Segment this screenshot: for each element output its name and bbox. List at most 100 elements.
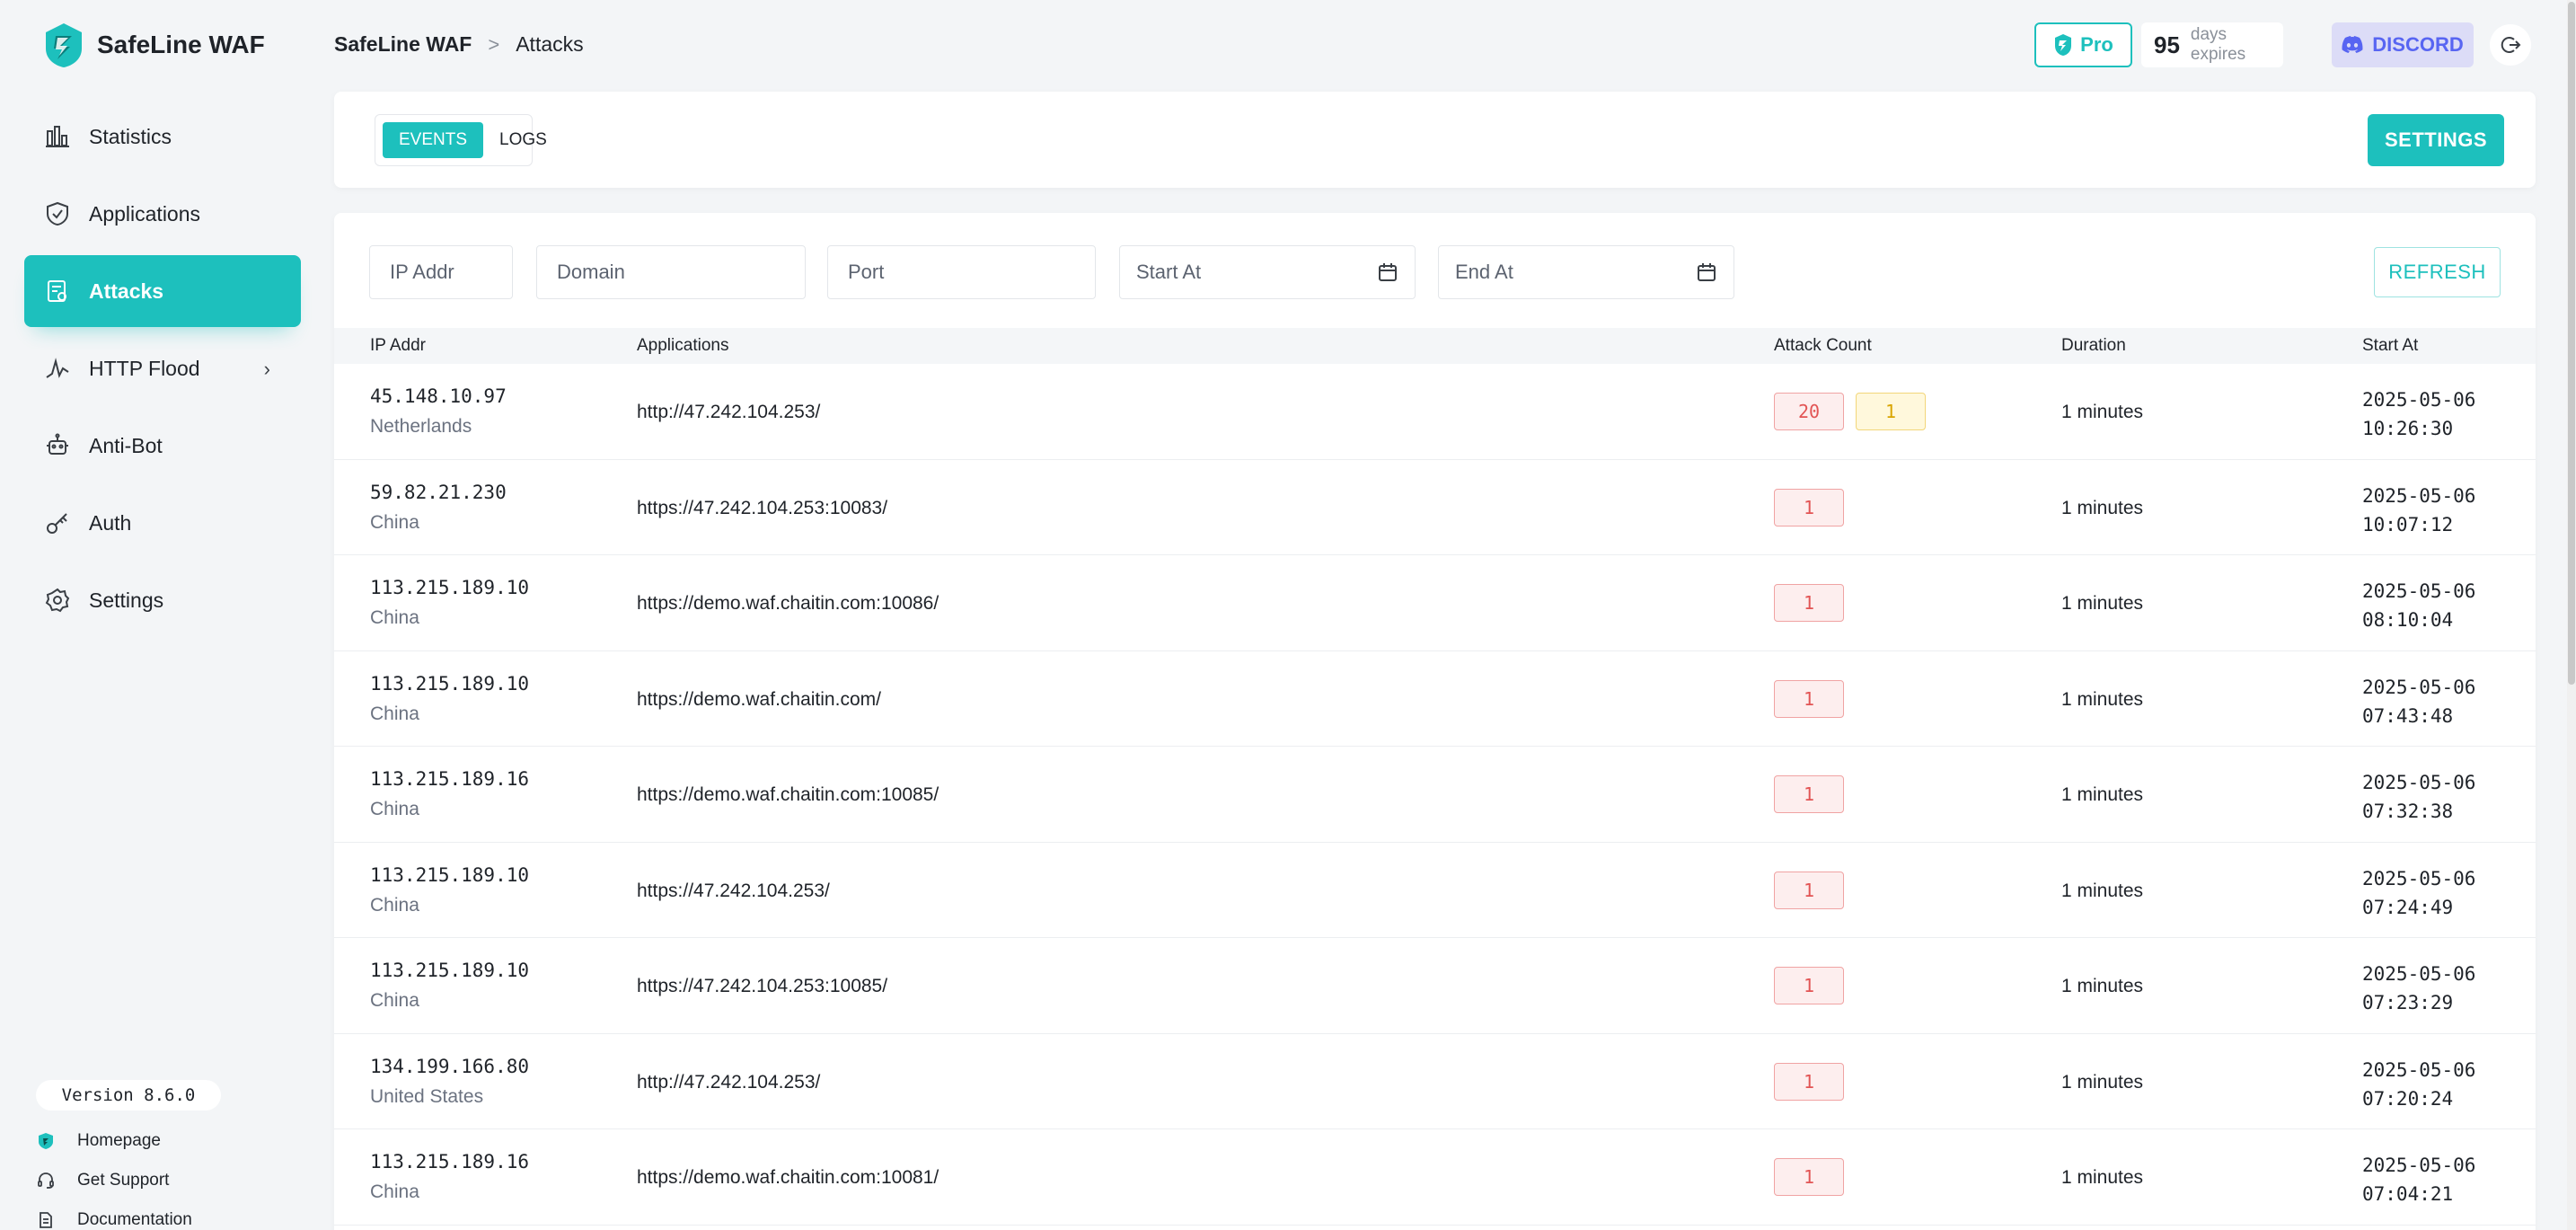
attack-count-badge[interactable]: 1 — [1774, 1062, 1844, 1101]
column-duration: Duration — [2061, 336, 2126, 355]
calendar-icon[interactable] — [1377, 261, 1398, 283]
start-time: 07:43:48 — [2362, 704, 2454, 727]
application-url[interactable]: https://demo.waf.chaitin.com:10086/ — [637, 593, 939, 615]
table-row[interactable]: 113.215.189.10 China https://47.242.104.25… — [334, 843, 2536, 938]
application-url[interactable]: http://47.242.104.253/ — [637, 402, 820, 423]
column-ip: IP Addr — [370, 336, 426, 355]
table-row[interactable]: 59.82.21.230 China https://47.242.104.253:… — [334, 460, 2536, 555]
start-at: 2025-05-06 07:32:38 — [2362, 768, 2497, 826]
app-logo[interactable]: SafeLine WAF — [43, 22, 265, 68]
ip-address[interactable]: 113.215.189.16 — [370, 768, 529, 790]
get-support-label: Get Support — [77, 1171, 170, 1190]
application-url[interactable]: https://47.242.104.253/ — [637, 880, 830, 902]
pro-logo-icon — [2055, 34, 2072, 56]
sidebar-item-anti-bot[interactable]: Anti-Bot — [24, 410, 301, 482]
calendar-icon[interactable] — [1696, 261, 1717, 283]
attacks-table-card: REFRESH IP Addr Applications Attack Coun… — [334, 213, 2536, 1230]
homepage-link[interactable]: Homepage — [36, 1121, 192, 1161]
start-at: 2025-05-06 10:26:30 — [2362, 385, 2497, 443]
start-time: 07:04:21 — [2362, 1183, 2454, 1205]
domain-filter[interactable] — [536, 245, 806, 299]
attack-count-badge[interactable]: 1 — [1774, 584, 1844, 622]
attack-counts: 1 — [1774, 967, 1856, 1004]
attack-count-badge[interactable]: 1 — [1774, 488, 1844, 527]
ip-address[interactable]: 113.215.189.10 — [370, 864, 529, 886]
documentation-link[interactable]: Documentation — [36, 1200, 192, 1230]
attack-counts: 1 — [1774, 488, 1856, 527]
application-url[interactable]: https://demo.waf.chaitin.com:10085/ — [637, 784, 939, 806]
breadcrumb-separator: > — [488, 32, 500, 56]
ip-address[interactable]: 59.82.21.230 — [370, 482, 507, 503]
table-row[interactable]: 113.215.189.10 China https://47.242.104.25… — [334, 938, 2536, 1034]
ip-address[interactable]: 113.215.189.10 — [370, 673, 529, 695]
port-filter-input[interactable] — [848, 261, 1095, 284]
tab-logs[interactable]: LOGS — [483, 122, 563, 158]
ip-filter[interactable] — [369, 245, 513, 299]
sidebar-item-applications[interactable]: Applications — [24, 178, 301, 250]
breadcrumb-root[interactable]: SafeLine WAF — [334, 32, 472, 57]
document-icon — [36, 1210, 56, 1230]
discord-button[interactable]: DISCORD — [2332, 22, 2474, 67]
sidebar-item-settings[interactable]: Settings — [24, 564, 301, 636]
attack-count-badge[interactable]: 1 — [1774, 775, 1844, 813]
attack-count-badge[interactable]: 20 — [1774, 393, 1844, 430]
application-url[interactable]: https://demo.waf.chaitin.com/ — [637, 689, 881, 711]
homepage-label: Homepage — [77, 1131, 161, 1150]
ip-address[interactable]: 113.215.189.10 — [370, 577, 529, 598]
column-applications: Applications — [637, 336, 729, 355]
ip-filter-input[interactable] — [390, 261, 512, 284]
ip-address[interactable]: 113.215.189.10 — [370, 960, 529, 981]
table-row[interactable]: 113.215.189.16 China https://demo.waf.chai… — [334, 747, 2536, 843]
settings-button[interactable]: SETTINGS — [2368, 114, 2504, 166]
attack-count-badge[interactable]: 1 — [1774, 871, 1844, 909]
ip-country: United States — [370, 1085, 484, 1107]
ip-address[interactable]: 113.215.189.16 — [370, 1151, 529, 1172]
column-attack-count: Attack Count — [1774, 336, 1872, 355]
start-date: 2025-05-06 — [2362, 867, 2476, 889]
get-support-link[interactable]: Get Support — [36, 1161, 192, 1200]
application-url[interactable]: https://demo.waf.chaitin.com:10081/ — [637, 1167, 939, 1189]
table-row[interactable]: 134.199.166.80 United States http://47.242… — [334, 1034, 2536, 1129]
ip-address[interactable]: 45.148.10.97 — [370, 385, 507, 407]
domain-filter-input[interactable] — [557, 261, 805, 284]
sidebar-item-statistics[interactable]: Statistics — [24, 101, 301, 173]
attack-count-badge[interactable]: 1 — [1774, 967, 1844, 1004]
breadcrumb: SafeLine WAF > Attacks — [334, 32, 584, 57]
table-row[interactable]: 113.215.189.10 China https://demo.waf.chai… — [334, 651, 2536, 747]
page-scrollbar[interactable] — [2567, 0, 2576, 1230]
sidebar-item-attacks[interactable]: Attacks — [24, 255, 301, 327]
end-at-filter[interactable] — [1438, 245, 1734, 299]
start-at-filter[interactable] — [1119, 245, 1416, 299]
application-url[interactable]: https://47.242.104.253:10083/ — [637, 498, 887, 519]
sidebar-item-auth[interactable]: Auth — [24, 487, 301, 559]
attack-count-badge[interactable]: 1 — [1856, 393, 1926, 430]
scrollbar-thumb[interactable] — [2568, 2, 2575, 685]
table-row[interactable]: 113.215.189.16 China https://demo.waf.chai… — [334, 1129, 2536, 1226]
bar-chart-icon — [44, 123, 71, 150]
ip-country: China — [370, 511, 419, 533]
start-date: 2025-05-06 — [2362, 772, 2476, 793]
table-row[interactable]: 45.148.10.97 Netherlands http://47.242.104… — [334, 364, 2536, 460]
sidebar-item-http-flood[interactable]: HTTP Flood › — [24, 332, 301, 404]
sidebar-item-label: Anti-Bot — [89, 433, 163, 457]
start-time: 07:23:29 — [2362, 992, 2454, 1013]
tab-events[interactable]: EVENTS — [383, 122, 484, 158]
discord-label: DISCORD — [2372, 33, 2464, 56]
application-url[interactable]: http://47.242.104.253/ — [637, 1072, 820, 1093]
refresh-button[interactable]: REFRESH — [2374, 247, 2501, 297]
end-at-input[interactable] — [1455, 261, 1734, 284]
pro-badge[interactable]: Pro — [2034, 22, 2132, 67]
ip-address[interactable]: 134.199.166.80 — [370, 1056, 529, 1077]
sidebar-item-label: Auth — [89, 510, 132, 535]
start-date: 2025-05-06 — [2362, 389, 2476, 411]
application-url[interactable]: https://47.242.104.253:10085/ — [637, 976, 887, 997]
start-at-input[interactable] — [1136, 261, 1415, 284]
attack-count-badge[interactable]: 1 — [1774, 1158, 1844, 1196]
table-row[interactable]: 113.215.189.10 China https://demo.waf.chai… — [334, 555, 2536, 651]
logout-button[interactable] — [2490, 24, 2531, 66]
sidebar-item-label: Applications — [89, 201, 201, 226]
port-filter[interactable] — [827, 245, 1096, 299]
start-date: 2025-05-06 — [2362, 963, 2476, 985]
attack-count-badge[interactable]: 1 — [1774, 679, 1844, 718]
robot-icon — [44, 432, 71, 459]
